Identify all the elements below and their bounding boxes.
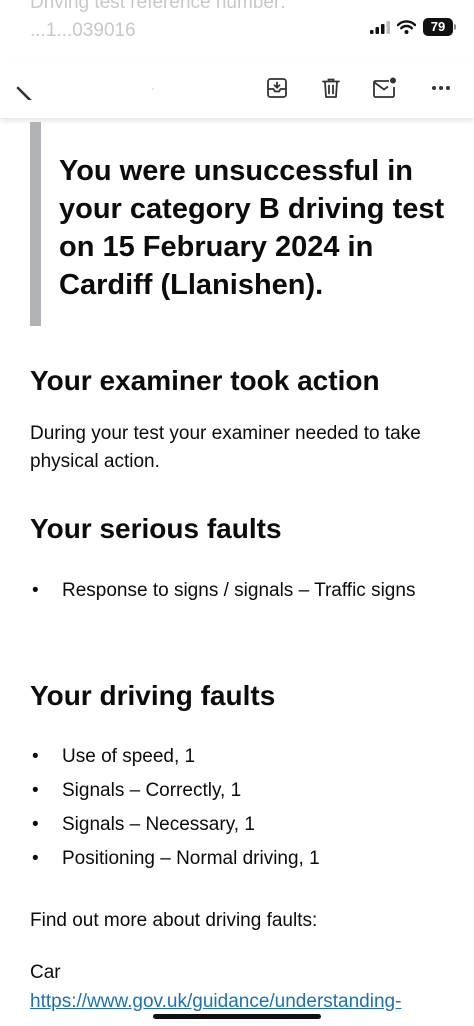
email-view: Driving test reference number: ...1...03…	[0, 0, 474, 1026]
bullet: •	[32, 780, 39, 801]
vehicle-label: Car	[30, 962, 61, 983]
battery-level: 79	[423, 18, 453, 36]
serious-faults-list: • Response to signs / signals – Traffic …	[30, 577, 450, 605]
driving-fault-text: Positioning – Normal driving, 1	[62, 848, 320, 869]
result-callout: You were unsuccessful in your category B…	[30, 122, 450, 326]
find-out-more-text: Find out more about driving faults:	[30, 910, 318, 931]
bullet: •	[32, 848, 39, 869]
battery-icon: 79	[423, 18, 456, 36]
back-button[interactable]	[6, 72, 38, 104]
list-item: • Signals – Correctly, 1	[30, 777, 450, 805]
driving-faults-list: • Use of speed, 1 • Signals – Correctly,…	[30, 743, 450, 873]
bullet: •	[32, 814, 39, 835]
driving-faults-heading: Your driving faults	[30, 680, 276, 711]
mark-unread-button[interactable]	[369, 72, 401, 104]
examiner-heading: Your examiner took action	[30, 365, 380, 396]
archive-button[interactable]	[261, 72, 293, 104]
home-indicator	[153, 1014, 321, 1019]
back-chevron-icon	[16, 86, 32, 100]
toolbar-title-ghost: ·	[150, 78, 156, 98]
bullet: •	[32, 580, 39, 601]
background-text-line: ...1...039016	[30, 20, 136, 41]
more-icon	[432, 86, 450, 90]
list-item: • Response to signs / signals – Traffic …	[30, 577, 450, 605]
bullet: •	[32, 746, 39, 767]
examiner-text: During your test your examiner needed to…	[30, 423, 421, 472]
list-item: • Use of speed, 1	[30, 743, 450, 771]
mail-toolbar: ·	[0, 60, 474, 118]
cellular-signal-icon	[370, 20, 390, 34]
more-button[interactable]	[425, 72, 457, 104]
archive-icon	[267, 78, 287, 98]
delete-button[interactable]	[315, 72, 347, 104]
result-callout-text: You were unsuccessful in your category B…	[59, 155, 445, 301]
driving-fault-text: Use of speed, 1	[62, 746, 196, 767]
serious-fault-text: Response to signs / signals – Traffic si…	[62, 580, 416, 601]
trash-icon	[322, 78, 340, 98]
driving-fault-text: Signals – Correctly, 1	[62, 780, 242, 801]
driving-fault-text: Signals – Necessary, 1	[62, 814, 255, 835]
wifi-icon	[397, 20, 416, 34]
list-item: • Signals – Necessary, 1	[30, 811, 450, 839]
mail-unread-icon	[373, 77, 396, 98]
list-item: • Positioning – Normal driving, 1	[30, 845, 450, 873]
status-bar: 79	[370, 18, 456, 36]
background-text-line: Driving test reference number:	[30, 0, 286, 13]
serious-faults-heading: Your serious faults	[30, 513, 282, 544]
guidance-link[interactable]: https://www.gov.uk/guidance/understandin…	[30, 988, 401, 1016]
